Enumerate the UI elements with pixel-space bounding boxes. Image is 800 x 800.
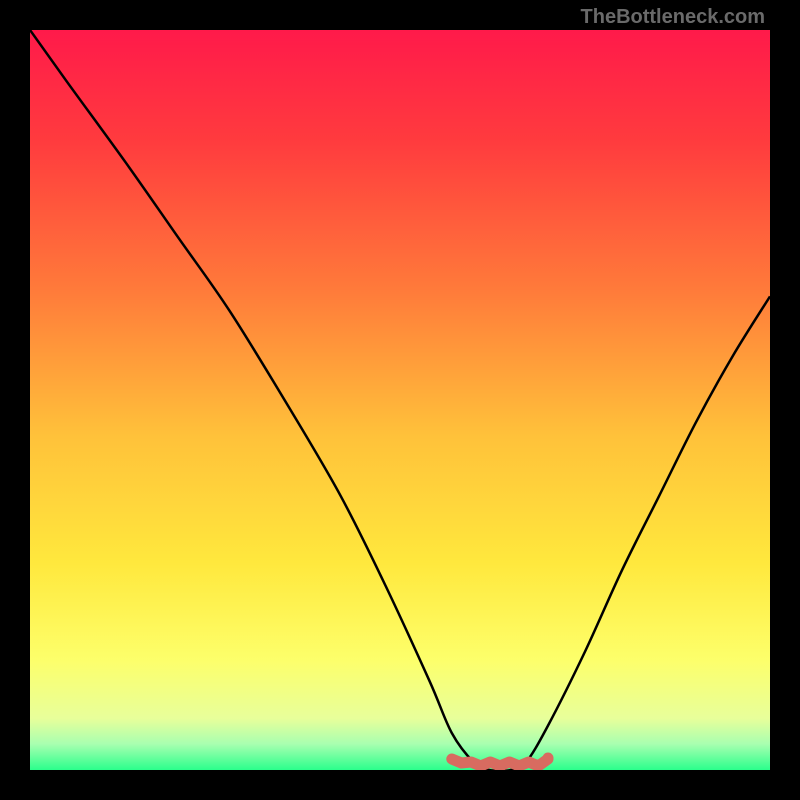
gradient-background xyxy=(30,30,770,770)
watermark-text: TheBottleneck.com xyxy=(581,6,765,29)
plot-area xyxy=(30,30,770,770)
bottleneck-chart xyxy=(30,30,770,770)
